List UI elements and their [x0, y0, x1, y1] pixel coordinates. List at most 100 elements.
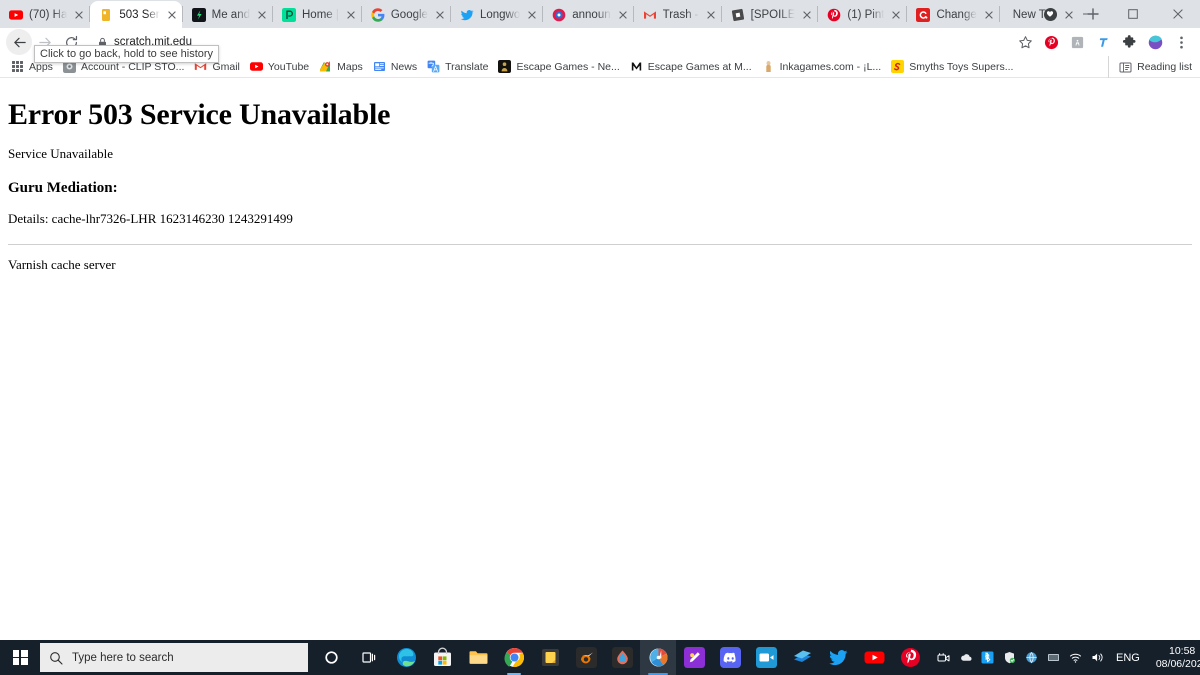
tab-close-button[interactable]	[799, 7, 815, 23]
taskbar-app-blender[interactable]	[568, 640, 604, 675]
profile-avatar-icon[interactable]	[1143, 30, 1167, 54]
twitter-icon	[460, 8, 474, 22]
browser-tab[interactable]: Trash -	[634, 1, 721, 28]
tab-close-button[interactable]	[343, 7, 359, 23]
inkagames-icon	[761, 60, 775, 73]
back-button[interactable]	[6, 29, 32, 55]
bookmark-label: Inkagames.com - ¡L...	[779, 60, 882, 73]
volume-icon[interactable]	[1086, 640, 1108, 675]
windows-security-icon[interactable]	[998, 640, 1020, 675]
taskbar-app-pinterest[interactable]	[892, 640, 928, 675]
browser-tab[interactable]: Longwo	[451, 1, 542, 28]
tab-title: Change	[936, 8, 977, 21]
browser-tab[interactable]: [SPOILE	[722, 1, 818, 28]
taskbar-app-krita[interactable]	[604, 640, 640, 675]
twitter-icon	[828, 647, 849, 668]
address-bar[interactable]: scratch.mit.edu	[89, 31, 1006, 53]
blender-icon	[575, 647, 597, 668]
t-extension-icon[interactable]	[1091, 30, 1115, 54]
browser-tab[interactable]: Google	[362, 1, 450, 28]
browser-tab[interactable]: Home |	[273, 1, 361, 28]
tab-close-button[interactable]	[615, 7, 631, 23]
camera-icon[interactable]	[932, 640, 954, 675]
page-title: Error 503 Service Unavailable	[8, 98, 391, 131]
taskbar-app-microsoft-edge[interactable]	[388, 640, 424, 675]
tab-title: 503 Ser	[119, 8, 160, 21]
tab-title: announ	[572, 8, 611, 21]
grammar-extension-icon[interactable]	[1065, 30, 1089, 54]
taskbar-app-twitter[interactable]	[820, 640, 856, 675]
file-explorer-icon	[468, 647, 489, 668]
tab-close-button[interactable]	[981, 7, 997, 23]
tab-title: Longwo	[479, 8, 521, 21]
tab-close-button[interactable]	[888, 7, 904, 23]
youtube-icon	[864, 647, 885, 668]
clock[interactable]: 10:58 08/06/2021	[1148, 640, 1200, 675]
microsoft-edge-icon	[396, 647, 417, 668]
tab-close-button[interactable]	[524, 7, 540, 23]
onedrive-icon[interactable]	[954, 640, 976, 675]
network-globe-icon[interactable]	[1020, 640, 1042, 675]
escape-games-icon	[498, 60, 512, 73]
display-icon[interactable]	[1042, 640, 1064, 675]
padlet-icon	[282, 7, 296, 22]
browser-tab[interactable]: announ	[543, 1, 632, 28]
browser-tab[interactable]: Change	[907, 1, 998, 28]
profile-chip-icon[interactable]	[1035, 0, 1065, 28]
browser-tab[interactable]: 503 Ser	[90, 1, 182, 28]
tab-close-button[interactable]	[71, 7, 87, 23]
tab-title: Google	[390, 8, 428, 21]
chrome-menu-icon[interactable]	[1169, 30, 1193, 54]
clip-studio-paint-icon	[648, 647, 669, 668]
browser-tab[interactable]: (70) Ha	[0, 1, 89, 28]
content-divider	[8, 244, 1192, 245]
browser-tab[interactable]: Me and	[183, 1, 272, 28]
taskbar-app-blue-ribbon-app[interactable]	[784, 640, 820, 675]
taskbar-app-screen-recorder[interactable]	[748, 640, 784, 675]
bookmark-item[interactable]: Smyths Toys Supers...	[886, 57, 1018, 77]
gmail-icon	[643, 8, 657, 22]
tab-close-button[interactable]	[254, 7, 270, 23]
bookmark-item[interactable]: Escape Games - Ne...	[493, 57, 624, 77]
task-view-icon[interactable]	[350, 640, 388, 675]
bookmark-star-icon[interactable]	[1013, 30, 1037, 54]
browser-tab[interactable]: (1) Pint	[818, 1, 906, 28]
back-button-tooltip: Click to go back, hold to see history	[34, 45, 220, 63]
window-controls	[1035, 0, 1200, 28]
language-indicator[interactable]: ENG	[1108, 640, 1148, 675]
smyths-toys-icon	[891, 60, 905, 73]
tab-close-button[interactable]	[432, 7, 448, 23]
taskbar-app-microsoft-store[interactable]	[424, 640, 460, 675]
start-button[interactable]	[0, 640, 40, 675]
bookmark-item[interactable]: Translate	[422, 57, 493, 77]
bookmark-item[interactable]: Maps	[314, 57, 368, 77]
taskbar-app-google-chrome[interactable]	[496, 640, 532, 675]
bookmark-item[interactable]: News	[368, 57, 422, 77]
taskbar-app-clip-studio-paint[interactable]	[640, 640, 676, 675]
bluetooth-icon[interactable]	[976, 640, 998, 675]
close-button[interactable]	[1155, 0, 1200, 28]
extensions-puzzle-icon[interactable]	[1117, 30, 1141, 54]
taskbar-app-youtube[interactable]	[856, 640, 892, 675]
bookmark-item[interactable]: Inkagames.com - ¡L...	[757, 57, 887, 77]
bookmark-item[interactable]: Escape Games at M...	[625, 57, 757, 77]
taskbar-search-input[interactable]: Type here to search	[40, 643, 308, 672]
taskbar-app-sticky-notes[interactable]	[532, 640, 568, 675]
pinterest-extension-icon[interactable]	[1039, 30, 1063, 54]
bookmark-item[interactable]: YouTube	[245, 57, 314, 77]
taskbar-app-file-explorer[interactable]	[460, 640, 496, 675]
maximize-button[interactable]	[1110, 0, 1155, 28]
reading-list-button[interactable]: Reading list	[1108, 56, 1192, 78]
minimize-button[interactable]	[1065, 0, 1110, 28]
wifi-icon[interactable]	[1064, 640, 1086, 675]
sticky-notes-icon	[540, 647, 561, 668]
bookmark-label: Escape Games - Ne...	[516, 60, 620, 73]
bookmark-label: Translate	[445, 60, 489, 73]
tab-close-button[interactable]	[164, 7, 180, 23]
generic-page-icon	[99, 8, 113, 22]
taskbar-app-purple-app[interactable]	[676, 640, 712, 675]
cortana-icon[interactable]	[312, 640, 350, 675]
tab-close-button[interactable]	[703, 7, 719, 23]
taskbar-app-discord[interactable]	[712, 640, 748, 675]
page-content: Error 503 Service Unavailable Service Un…	[0, 78, 1200, 640]
